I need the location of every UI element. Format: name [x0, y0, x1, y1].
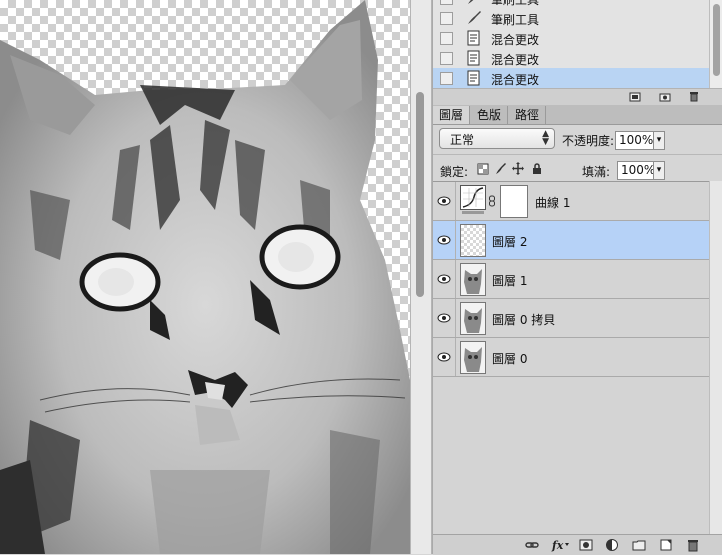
fx-icon[interactable]: fx [551, 538, 571, 552]
layer-name: 圖層 0 拷貝 [492, 313, 556, 327]
panel-tabs: 圖層 色版 路徑 [433, 105, 722, 125]
history-item-label: 混合更改 [491, 33, 540, 47]
layer-thumbnail [460, 263, 486, 296]
fill-field[interactable]: 100% ▾ [617, 161, 665, 180]
lock-transparent-pixels-icon[interactable] [477, 162, 489, 175]
eye-icon [437, 235, 451, 245]
opacity-label: 不透明度: [562, 134, 615, 148]
tab-layers[interactable]: 圖層 [433, 106, 471, 124]
trash-icon[interactable] [688, 91, 700, 102]
history-footer [433, 88, 722, 106]
camera-snapshot-icon[interactable] [659, 91, 671, 102]
layer-thumbnail [460, 341, 486, 374]
panels-dock: 筆刷工具 筆刷工具 混合更改 混合更改 混合更改 圖層 色版 路徑 正常 ▲ ▼… [432, 0, 722, 555]
lock-image-pixels-icon[interactable] [494, 162, 506, 175]
history-item[interactable]: 混合更改 [433, 28, 709, 49]
history-item[interactable]: 筆刷工具 [433, 8, 709, 29]
group-folder-icon[interactable] [632, 538, 646, 552]
eye-icon [437, 313, 451, 323]
mask-icon[interactable] [579, 538, 593, 552]
history-item-selected[interactable]: 混合更改 [433, 68, 709, 89]
divider [433, 154, 722, 155]
tab-channels[interactable]: 色版 [471, 106, 509, 124]
opacity-value: 100% [619, 133, 654, 147]
scrollbar-thumb[interactable] [416, 92, 424, 297]
layer-row[interactable]: 圖層 0 [433, 338, 709, 377]
new-document-from-state-icon[interactable] [629, 91, 641, 102]
new-layer-icon[interactable] [659, 538, 673, 552]
visibility-toggle[interactable] [433, 182, 456, 220]
layer-name: 圖層 0 [492, 352, 528, 366]
layer-thumbnail [460, 302, 486, 335]
link-icon[interactable] [525, 538, 539, 552]
canvas-vertical-scrollbar[interactable] [410, 0, 432, 554]
scrollbar-thumb[interactable] [713, 4, 720, 76]
layer-row-selected[interactable]: 圖層 2 [433, 221, 709, 260]
history-item-label: 筆刷工具 [491, 13, 540, 27]
layer-row[interactable]: 圖層 0 拷貝 [433, 299, 709, 338]
layers-list: 曲線 1 圖層 2 圖層 1 圖層 0 拷貝 圖層 0 [433, 181, 709, 535]
document-canvas[interactable] [0, 0, 410, 554]
adjustment-icon[interactable] [605, 538, 619, 552]
curves-adjustment-thumbnail [460, 185, 486, 214]
chain-link-icon[interactable] [488, 195, 496, 207]
lock-position-icon[interactable] [512, 162, 524, 175]
svg-text:fx: fx [551, 539, 564, 552]
layer-mask-thumbnail [500, 185, 528, 218]
visibility-toggle[interactable] [433, 260, 456, 298]
opacity-field[interactable]: 100% ▾ [615, 131, 665, 150]
layer-name: 圖層 2 [492, 235, 528, 249]
layers-footer: fx [433, 534, 722, 555]
history-item-label: 筆刷工具 [491, 0, 540, 7]
visibility-toggle[interactable] [433, 299, 456, 337]
snapshot-checkbox[interactable] [440, 52, 453, 65]
fill-value: 100% [621, 163, 656, 177]
dropdown-arrow-icon[interactable]: ▾ [653, 162, 664, 179]
lock-label: 鎖定: [440, 165, 469, 179]
trash-icon[interactable] [686, 538, 700, 552]
history-item[interactable]: 混合更改 [433, 48, 709, 69]
blend-mode-select[interactable]: 正常 ▲ ▼ [439, 128, 555, 149]
visibility-toggle[interactable] [433, 221, 456, 259]
updown-arrows-icon: ▲ ▼ [542, 129, 549, 147]
brush-icon [468, 0, 474, 4]
tab-paths[interactable]: 路徑 [509, 106, 547, 124]
blend-mode-value: 正常 [450, 133, 475, 147]
eye-icon [437, 274, 451, 284]
dropdown-arrow-icon[interactable]: ▾ [653, 132, 664, 149]
snapshot-checkbox[interactable] [440, 32, 453, 45]
visibility-toggle[interactable] [433, 338, 456, 376]
eye-icon [437, 352, 451, 362]
lock-all-icon[interactable] [531, 162, 543, 175]
fill-label: 填滿: [582, 165, 611, 179]
layer-row[interactable]: 圖層 1 [433, 260, 709, 299]
history-scrollbar[interactable] [709, 0, 722, 88]
history-state-icon [467, 70, 480, 86]
snapshot-checkbox[interactable] [440, 72, 453, 85]
layer-name: 曲線 1 [535, 196, 571, 210]
history-item-label: 混合更改 [491, 73, 540, 87]
snapshot-checkbox[interactable] [440, 0, 453, 5]
brush-icon [468, 11, 481, 24]
eye-icon [437, 196, 451, 206]
history-state-icon [467, 50, 480, 66]
layer-row[interactable]: 曲線 1 [433, 182, 709, 221]
layer-name: 圖層 1 [492, 274, 528, 288]
layers-scrollbar[interactable] [709, 181, 722, 534]
cat-image [0, 0, 410, 554]
layer-thumbnail [460, 224, 486, 257]
history-item-label: 混合更改 [491, 53, 540, 67]
history-state-icon [467, 30, 480, 46]
snapshot-checkbox[interactable] [440, 12, 453, 25]
